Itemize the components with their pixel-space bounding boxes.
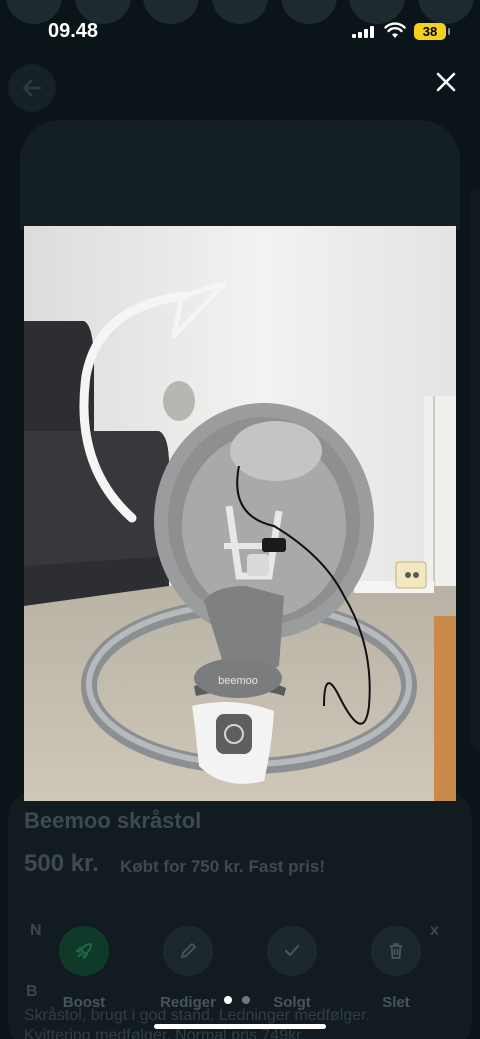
photo-pager [224,996,250,1004]
boost-button[interactable]: Boost [36,912,132,1012]
listing-price: 500 kr. [24,850,99,877]
delete-button[interactable]: Slet [348,912,444,1012]
trash-icon [371,926,421,976]
home-indicator[interactable] [154,1024,326,1029]
rocket-icon [59,926,109,976]
sold-label: Solgt [273,994,311,1011]
boost-label: Boost [62,994,106,1011]
listing-meta: Købt for 750 kr. Fast pris! [120,857,325,876]
listing-title: Beemoo skråstol [24,808,202,833]
status-bar: 09.48 38 [0,0,480,62]
listing-photo[interactable]: beemoo [24,226,456,801]
sold-button[interactable]: Solgt [244,912,340,1012]
arrow-left-icon [22,79,42,97]
next-image-card [470,190,480,750]
check-icon [267,926,317,976]
edit-label: Rediger [160,994,216,1011]
close-icon [436,72,456,92]
baby-swing-photo: beemoo [24,226,456,801]
battery-icon: 38 [414,23,450,40]
pencil-icon [163,926,213,976]
pager-dot[interactable] [242,996,250,1004]
edit-button[interactable]: Rediger [140,912,236,1012]
cellular-signal-icon [352,26,374,38]
pager-dot-active[interactable] [224,996,232,1004]
wifi-icon [384,22,406,38]
close-button[interactable] [428,64,464,100]
delete-label: Slet [382,994,410,1011]
listing-image-card [20,120,460,230]
back-button[interactable] [8,64,56,112]
beemoo-logo: beemoo [218,675,258,687]
status-time: 09.48 [48,20,99,42]
